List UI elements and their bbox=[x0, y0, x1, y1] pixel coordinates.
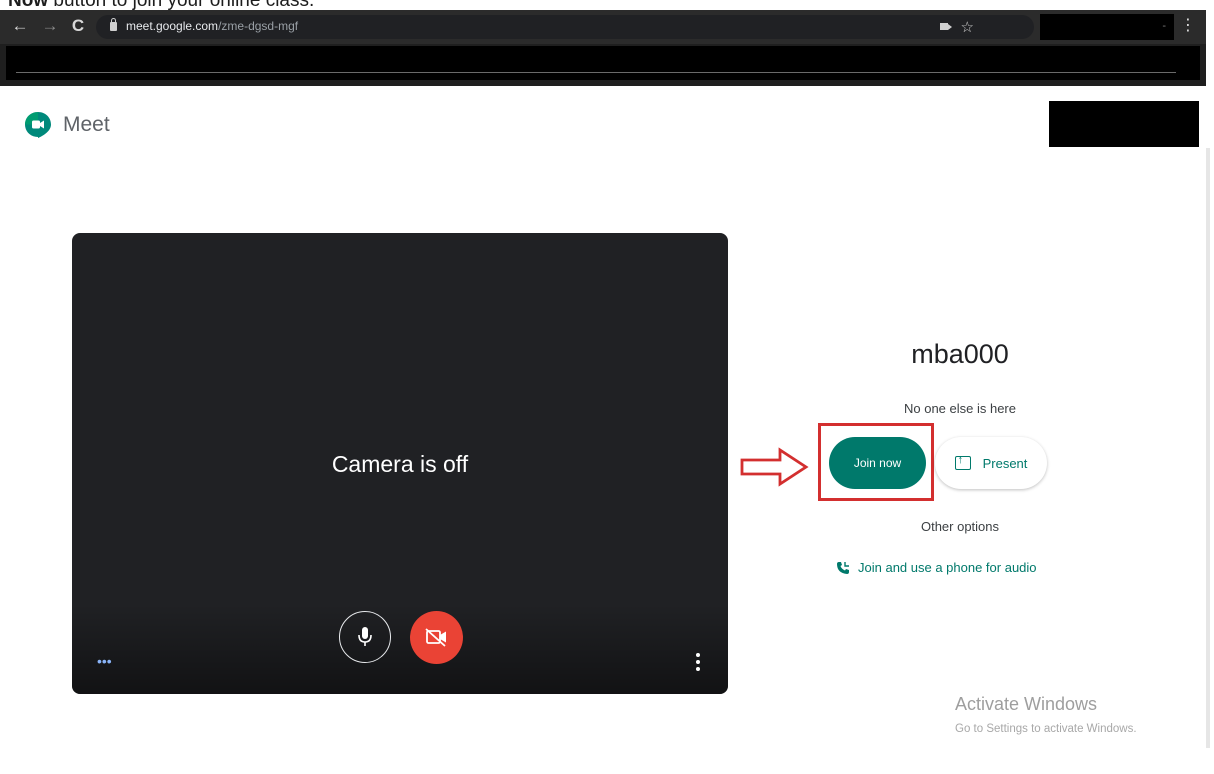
phone-audio-label: Join and use a phone for audio bbox=[858, 560, 1037, 575]
tutorial-caption: Now button to join your online class. bbox=[8, 0, 315, 11]
more-effects-icon[interactable]: ••• bbox=[97, 654, 112, 668]
activate-windows-title: Activate Windows bbox=[955, 694, 1098, 714]
phone-icon bbox=[837, 561, 849, 574]
present-label: Present bbox=[982, 455, 1028, 471]
meeting-code: mba000 bbox=[911, 339, 1009, 369]
reload-icon[interactable]: C bbox=[68, 16, 88, 36]
meet-logo-icon bbox=[25, 112, 51, 138]
camera-toggle-button[interactable] bbox=[410, 611, 463, 664]
browser-chrome: ← → C meet.google.com/zme-dgsd-mgf ☆ - ⋮ bbox=[0, 10, 1206, 86]
video-preview: Camera is off ••• bbox=[72, 233, 728, 694]
pointer-arrow-icon bbox=[740, 447, 809, 487]
app-name: Meet bbox=[63, 113, 110, 136]
forward-icon[interactable]: → bbox=[40, 16, 60, 36]
camera-indicator-icon[interactable] bbox=[940, 23, 952, 30]
present-icon bbox=[954, 454, 971, 470]
browser-toolbar: ← → C meet.google.com/zme-dgsd-mgf ☆ - ⋮ bbox=[0, 10, 1206, 44]
redacted-account[interactable] bbox=[1049, 101, 1199, 147]
browser-menu-icon[interactable]: ⋮ bbox=[1180, 16, 1196, 36]
other-options-label: Other options bbox=[920, 519, 1000, 534]
star-icon[interactable]: ☆ bbox=[961, 18, 974, 36]
lock-icon bbox=[110, 18, 117, 31]
phone-audio-link[interactable]: Join and use a phone for audio bbox=[836, 560, 1037, 575]
page-scrollbar[interactable] bbox=[1206, 148, 1210, 748]
preview-gradient bbox=[72, 604, 728, 694]
address-bar[interactable]: meet.google.com/zme-dgsd-mgf ☆ bbox=[96, 15, 1034, 39]
redacted-profile[interactable]: - bbox=[1040, 14, 1174, 40]
join-now-button[interactable]: Join now bbox=[829, 437, 926, 489]
divider bbox=[16, 72, 1176, 73]
url-text: meet.google.com/zme-dgsd-mgf bbox=[126, 19, 299, 33]
more-options-icon[interactable] bbox=[696, 653, 700, 673]
present-button[interactable]: Present bbox=[935, 437, 1047, 489]
participants-status: No one else is here bbox=[903, 401, 1016, 416]
redacted-bookmarks-bar bbox=[6, 46, 1200, 80]
camera-status-text: Camera is off bbox=[331, 451, 469, 477]
back-icon[interactable]: ← bbox=[10, 16, 30, 36]
activate-windows-subtitle: Go to Settings to activate Windows. bbox=[955, 723, 1137, 735]
microphone-button[interactable] bbox=[339, 611, 391, 663]
camera-off-icon bbox=[425, 628, 446, 647]
microphone-icon bbox=[357, 626, 372, 646]
